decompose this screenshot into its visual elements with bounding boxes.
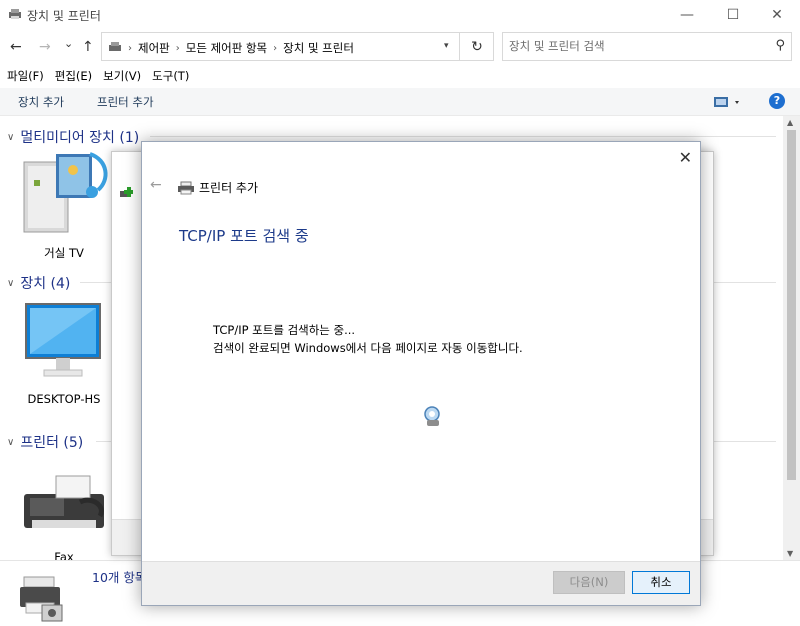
device-fax[interactable]: Fax bbox=[14, 462, 114, 560]
command-bar: 장치 추가 프린터 추가 ? bbox=[0, 88, 800, 116]
menu-bar: 파일(F) 편집(E) 보기(V) 도구(T) bbox=[0, 66, 193, 86]
help-icon[interactable]: ? bbox=[769, 93, 785, 109]
fax-icon bbox=[24, 475, 104, 528]
address-bar[interactable]: › 제어판 › 모든 제어판 항목 › 장치 및 프린터 ▾ ↻ bbox=[101, 32, 494, 61]
dialog-title-text: 프린터 추가 bbox=[199, 181, 259, 195]
dialog-footer: 다음(N) 취소 bbox=[142, 561, 700, 605]
recent-locations-button[interactable]: ⌄ bbox=[64, 37, 73, 50]
menu-view[interactable]: 보기(V) bbox=[96, 66, 145, 86]
scroll-up-icon[interactable]: ▲ bbox=[787, 118, 793, 127]
search-box[interactable]: ⚲ bbox=[502, 32, 792, 61]
dialog-back-button[interactable]: ← bbox=[150, 177, 162, 193]
forward-button[interactable]: → bbox=[39, 39, 51, 55]
chevron-down-icon: ∨ bbox=[7, 277, 15, 289]
vertical-scrollbar[interactable]: ▲ ▼ bbox=[783, 116, 800, 560]
device-label: DESKTOP-HS bbox=[27, 392, 101, 406]
chevron-down-icon: ∨ bbox=[7, 131, 15, 143]
breadcrumb-devices-printers[interactable]: 장치 및 프린터 bbox=[283, 40, 354, 56]
navigation-bar: ← → ⌄ ↑ › 제어판 › 모든 제어판 항목 › 장치 및 프린터 ▾ ↻… bbox=[0, 30, 800, 64]
menu-edit[interactable]: 편집(E) bbox=[48, 66, 96, 86]
scrollbar-thumb[interactable] bbox=[787, 130, 796, 480]
chevron-down-icon: ∨ bbox=[7, 436, 15, 448]
scroll-down-icon[interactable]: ▼ bbox=[787, 549, 793, 558]
search-input[interactable] bbox=[509, 39, 759, 53]
device-label: Fax bbox=[54, 550, 74, 560]
group-multimedia-header[interactable]: ∨ 멀티미디어 장치 (1) bbox=[7, 127, 139, 147]
message-line-2: 검색이 완료되면 Windows에서 다음 페이지로 자동 이동합니다. bbox=[213, 341, 523, 355]
group-label: 멀티미디어 장치 (1) bbox=[20, 130, 140, 146]
dialog-title: 프린터 추가 bbox=[177, 179, 258, 196]
monitor-icon bbox=[25, 303, 101, 377]
menu-file[interactable]: 파일(F) bbox=[0, 66, 48, 86]
cancel-button[interactable]: 취소 bbox=[632, 571, 690, 594]
printer-add-icon bbox=[120, 187, 133, 197]
maximize-button[interactable]: ☐ bbox=[710, 0, 756, 30]
add-printer-dialog: ✕ ← 프린터 추가 TCP/IP 포트 검색 중 TCP/IP 포트를 검색하… bbox=[141, 141, 701, 606]
minimize-button[interactable]: — bbox=[664, 0, 710, 30]
breadcrumb-separator: › bbox=[128, 42, 132, 54]
dialog-close-button[interactable]: ✕ bbox=[679, 148, 692, 167]
control-panel-icon bbox=[108, 41, 122, 56]
printer-icon bbox=[178, 181, 194, 194]
group-printers-header[interactable]: ∨ 프린터 (5) bbox=[7, 432, 83, 452]
view-options-icon[interactable] bbox=[714, 96, 740, 110]
chevron-down-icon[interactable]: ▾ bbox=[444, 41, 449, 51]
title-bar: 장치 및 프린터 — ☐ ✕ bbox=[0, 0, 800, 30]
devices-printers-icon bbox=[8, 8, 22, 23]
refresh-button[interactable]: ↻ bbox=[459, 33, 494, 60]
searching-spinner-icon bbox=[424, 406, 440, 426]
group-label: 프린터 (5) bbox=[20, 435, 84, 451]
group-divider bbox=[150, 136, 776, 137]
dialog-heading: TCP/IP 포트 검색 중 bbox=[179, 227, 309, 245]
item-count: 10개 항목 bbox=[92, 570, 147, 585]
group-label: 장치 (4) bbox=[20, 276, 71, 292]
message-line-1: TCP/IP 포트를 검색하는 중... bbox=[213, 323, 356, 337]
search-icon[interactable]: ⚲ bbox=[775, 38, 785, 53]
breadcrumb-separator: › bbox=[175, 42, 180, 54]
printer-camera-icon bbox=[20, 576, 63, 622]
dialog-message: TCP/IP 포트를 검색하는 중... 검색이 완료되면 Windows에서 … bbox=[213, 321, 523, 357]
breadcrumb-separator: › bbox=[273, 42, 278, 54]
breadcrumb-all-items[interactable]: 모든 제어판 항목 bbox=[186, 40, 267, 56]
up-button[interactable]: ↑ bbox=[82, 39, 94, 55]
device-desktop-hs[interactable]: DESKTOP-HS bbox=[14, 300, 114, 408]
close-button[interactable]: ✕ bbox=[754, 0, 800, 30]
device-label: 거실 TV bbox=[44, 246, 84, 260]
add-printer-button[interactable]: 프린터 추가 bbox=[97, 94, 154, 110]
menu-tools[interactable]: 도구(T) bbox=[145, 66, 193, 86]
group-devices-header[interactable]: ∨ 장치 (4) bbox=[7, 273, 70, 293]
add-device-button[interactable]: 장치 추가 bbox=[18, 94, 64, 110]
media-server-icon bbox=[23, 152, 108, 233]
window-title: 장치 및 프린터 bbox=[27, 9, 101, 23]
next-button[interactable]: 다음(N) bbox=[553, 571, 625, 594]
device-living-room-tv[interactable]: 거실 TV bbox=[14, 150, 114, 260]
breadcrumb-control-panel[interactable]: 제어판 bbox=[138, 40, 170, 56]
back-button[interactable]: ← bbox=[10, 39, 22, 55]
